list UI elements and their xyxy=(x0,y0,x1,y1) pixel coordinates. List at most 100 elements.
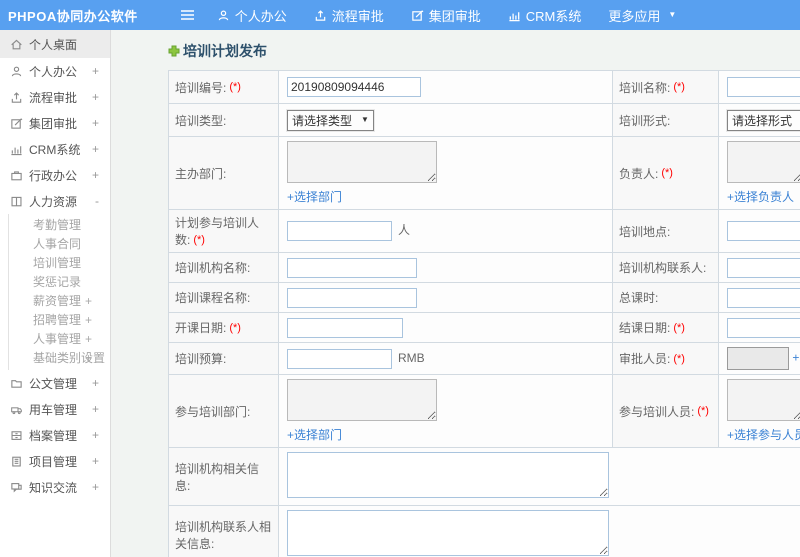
field-label: 培训名称: xyxy=(619,80,671,95)
top-navigation: 个人办公 流程审批 集团审批 CRM系统 更多应用 ▼ xyxy=(217,6,676,25)
field-label: 主办部门: xyxy=(175,166,227,181)
field-label: 培训机构联系人相关信息: xyxy=(175,519,272,551)
expand-icon[interactable]: + xyxy=(85,313,92,327)
join-people-textarea[interactable] xyxy=(727,379,800,421)
expand-icon[interactable]: + xyxy=(92,142,99,156)
nav-crm[interactable]: CRM系统 xyxy=(508,6,581,25)
expand-icon[interactable]: + xyxy=(85,332,92,346)
org-contact-input[interactable] xyxy=(727,257,800,278)
required-mark: (*) xyxy=(673,81,685,94)
expand-icon[interactable]: + xyxy=(92,428,99,442)
sidebar-item-hr[interactable]: 人力资源 - xyxy=(0,188,110,214)
share-up-icon xyxy=(11,91,22,103)
approver-input[interactable] xyxy=(727,347,789,370)
field-label: 培训预算: xyxy=(175,352,227,366)
sidebar-subitem-attendance[interactable]: 考勤管理 xyxy=(9,215,110,234)
planned-count-input[interactable] xyxy=(287,221,392,241)
bar-chart-icon xyxy=(509,11,520,21)
sidebar-subitem-hr-contract[interactable]: 人事合同 xyxy=(9,234,110,253)
required-mark: (*) xyxy=(661,167,673,180)
collapse-icon[interactable]: - xyxy=(95,194,99,208)
expand-icon[interactable]: + xyxy=(85,351,92,365)
share-up-icon xyxy=(315,9,326,21)
sidebar-subitem-salary[interactable]: 薪资管理 + xyxy=(9,291,110,310)
user-icon xyxy=(218,10,228,20)
org-name-input[interactable] xyxy=(287,257,417,278)
field-label: 结课日期: xyxy=(619,321,671,335)
training-form-select[interactable]: 请选择形式▼ xyxy=(727,109,800,131)
training-plan-form: 培训编号:(*) 培训名称:(*) 培训类型: 请选择类型▼ 培训形式: 请选择… xyxy=(168,70,800,557)
budget-input[interactable] xyxy=(287,348,392,369)
expand-icon[interactable]: + xyxy=(92,64,99,78)
host-dept-textarea[interactable] xyxy=(287,141,437,183)
required-mark: (*) xyxy=(697,405,709,418)
join-depts-textarea[interactable] xyxy=(287,379,437,421)
expand-icon[interactable]: + xyxy=(92,90,99,104)
required-mark: (*) xyxy=(673,321,685,334)
sidebar-item-group-approval[interactable]: 集团审批 + xyxy=(0,110,110,136)
sidebar-item-project[interactable]: 项目管理 + xyxy=(0,448,110,474)
sidebar-toggle-button[interactable] xyxy=(180,9,195,21)
select-approver-link[interactable]: +选择审批人员 xyxy=(792,351,800,365)
start-date-input[interactable] xyxy=(287,317,403,338)
main-content: 培训计划发布 培训编号:(*) 培训名称:(*) 培训类型: 请选择类型▼ 培训… xyxy=(111,30,800,557)
field-label: 培训类型: xyxy=(175,113,227,128)
nav-more-apps[interactable]: 更多应用 ▼ xyxy=(608,6,676,25)
expand-icon[interactable]: + xyxy=(85,294,92,308)
expand-icon[interactable]: + xyxy=(92,454,99,468)
sidebar-item-crm[interactable]: CRM系统 + xyxy=(0,136,110,162)
field-label: 培训地点: xyxy=(619,224,671,239)
add-plus-icon xyxy=(168,45,180,57)
book-icon xyxy=(11,196,22,206)
select-dept-link[interactable]: +选择部门 xyxy=(287,188,604,205)
nav-group-approval[interactable]: 集团审批 xyxy=(411,6,481,25)
select-leader-link[interactable]: +选择负责人 xyxy=(727,188,800,205)
briefcase-icon xyxy=(11,170,22,180)
sidebar-item-personal-office[interactable]: 个人办公 + xyxy=(0,58,110,84)
expand-icon[interactable]: + xyxy=(92,480,99,494)
currency-suffix: RMB xyxy=(398,350,425,365)
user-icon xyxy=(11,66,22,76)
sidebar-item-admin-office[interactable]: 行政办公 + xyxy=(0,162,110,188)
field-label: 计划参与培训人数: xyxy=(175,216,260,247)
hamburger-icon xyxy=(180,10,194,20)
course-name-input[interactable] xyxy=(287,287,417,308)
chat-icon xyxy=(11,482,22,493)
sidebar-subitem-base-category[interactable]: 基础类别设置 + xyxy=(9,348,110,367)
bar-chart-icon xyxy=(11,145,22,155)
sidebar-subitem-recruitment[interactable]: 招聘管理 + xyxy=(9,310,110,329)
expand-icon[interactable]: + xyxy=(92,376,99,390)
location-input[interactable] xyxy=(727,221,800,241)
org-info-textarea[interactable] xyxy=(287,452,609,498)
sidebar-subitem-training[interactable]: 培训管理 xyxy=(9,253,110,272)
field-label: 培训形式: xyxy=(619,113,671,128)
expand-icon[interactable]: + xyxy=(92,168,99,182)
field-label: 负责人: xyxy=(619,166,659,181)
end-date-input[interactable] xyxy=(727,317,800,338)
leader-textarea[interactable] xyxy=(727,141,800,183)
sidebar: 个人桌面 个人办公 + 流程审批 + 集团审批 + CRM系统 + 行政办公 +… xyxy=(0,30,111,557)
sidebar-item-archive[interactable]: 档案管理 + xyxy=(0,422,110,448)
sidebar-item-workflow-approval[interactable]: 流程审批 + xyxy=(0,84,110,110)
hr-submenu: 考勤管理 人事合同 培训管理 奖惩记录 薪资管理 + 招聘管理 + 人事管理 +… xyxy=(8,214,110,370)
training-no-input[interactable] xyxy=(287,77,421,97)
sidebar-item-vehicle[interactable]: 用车管理 + xyxy=(0,396,110,422)
expand-icon[interactable]: + xyxy=(92,116,99,130)
sidebar-item-document[interactable]: 公文管理 + xyxy=(0,370,110,396)
select-dept-link[interactable]: +选择部门 xyxy=(287,426,604,443)
total-hours-input[interactable] xyxy=(727,287,800,308)
edit-icon xyxy=(412,9,424,21)
training-name-input[interactable] xyxy=(727,77,800,97)
sidebar-subitem-rewards[interactable]: 奖惩记录 xyxy=(9,272,110,291)
expand-icon[interactable]: + xyxy=(92,402,99,416)
app-logo: PHPOA协同办公软件 xyxy=(8,8,138,24)
select-participants-link[interactable]: +选择参与人员 xyxy=(727,426,800,443)
org-contact-info-textarea[interactable] xyxy=(287,510,609,556)
training-type-select[interactable]: 请选择类型 ▼ xyxy=(287,109,374,131)
sidebar-item-personal-desktop[interactable]: 个人桌面 xyxy=(0,30,110,58)
sidebar-subitem-personnel[interactable]: 人事管理 + xyxy=(9,329,110,348)
nav-personal-office[interactable]: 个人办公 xyxy=(217,6,287,25)
field-label: 总课时: xyxy=(619,291,659,305)
sidebar-item-knowledge[interactable]: 知识交流 + xyxy=(0,474,110,500)
nav-workflow-approval[interactable]: 流程审批 xyxy=(314,6,384,25)
